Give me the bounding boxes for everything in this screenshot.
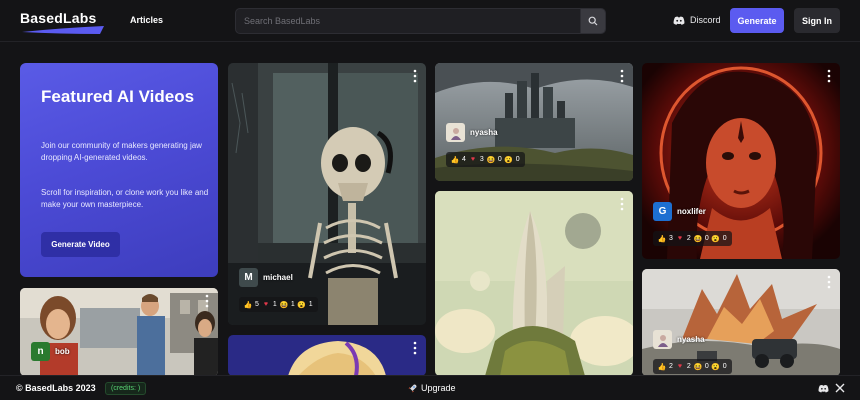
upgrade-label: Upgrade (421, 383, 456, 393)
featured-description-2: Scroll for inspiration, or clone work yo… (41, 188, 209, 209)
red-woman-image (642, 63, 840, 259)
username[interactable]: noxlifer (677, 207, 706, 216)
featured-title: Featured AI Videos (41, 87, 195, 106)
laugh-count: 1 (290, 301, 295, 308)
search-icon (588, 16, 598, 26)
discord-label: Discord (690, 15, 721, 25)
user-avatar[interactable]: n (31, 342, 50, 361)
basedlabs-logo[interactable]: BasedLabs (20, 10, 106, 34)
search-bar (235, 8, 606, 34)
heart-icon[interactable]: ♥ (676, 235, 684, 243)
skeleton-image (228, 63, 426, 325)
logo-text: BasedLabs (20, 10, 97, 26)
thumbs-up-icon[interactable]: 👍 (658, 235, 667, 243)
laugh-count: 0 (704, 363, 709, 370)
username[interactable]: nyasha (470, 128, 498, 137)
copyright-text: © BasedLabs 2023 (16, 383, 96, 393)
reaction-bar: 👍 5 ♥ 1 😆 1 😮 1 (239, 297, 318, 312)
crowd-image (20, 288, 218, 376)
more-vertical-icon[interactable] (412, 69, 418, 83)
gallery-card-crowd[interactable]: n bob (20, 288, 218, 376)
reaction-bar: 👍 3 ♥ 2 😆 0 😮 0 (653, 231, 732, 246)
discord-icon[interactable] (818, 383, 829, 394)
discord-link[interactable]: Discord (673, 15, 721, 25)
wow-icon[interactable]: 😮 (711, 363, 720, 371)
heart-count: 2 (686, 363, 691, 370)
like-count: 4 (462, 156, 466, 163)
logo-swoosh-icon (22, 26, 104, 34)
thumbs-up-icon[interactable]: 👍 (658, 363, 667, 371)
reaction-bar: 👍 4 ♥ 3 😆 0 😮 0 (446, 152, 525, 167)
username[interactable]: bob (55, 347, 70, 356)
wow-icon[interactable]: 😮 (297, 301, 306, 309)
laugh-icon[interactable]: 😆 (693, 363, 702, 371)
laugh-icon[interactable]: 😆 (486, 156, 495, 164)
wow-count: 1 (308, 301, 313, 308)
laugh-count: 0 (497, 156, 502, 163)
gallery-card-red-woman[interactable]: G noxlifer 👍 3 ♥ 2 😆 0 😮 0 (642, 63, 840, 259)
thumbs-up-icon[interactable]: 👍 (244, 301, 253, 309)
user-avatar[interactable] (653, 330, 672, 349)
more-vertical-icon[interactable] (826, 69, 832, 83)
wow-icon[interactable]: 😮 (711, 235, 720, 243)
username[interactable]: michael (263, 273, 293, 282)
rocket-icon (408, 383, 417, 392)
search-button[interactable] (580, 9, 605, 33)
heart-count: 3 (479, 156, 484, 163)
gallery-card-spaceship[interactable] (435, 191, 633, 376)
thumbs-up-icon[interactable]: 👍 (451, 156, 460, 164)
wow-count: 0 (722, 235, 727, 242)
search-input[interactable] (236, 9, 581, 33)
heart-count: 1 (272, 301, 277, 308)
user-avatar[interactable]: M (239, 268, 258, 287)
wow-count: 0 (722, 363, 727, 370)
generate-button[interactable]: Generate (730, 8, 784, 33)
more-vertical-icon[interactable] (619, 69, 625, 83)
upgrade-button[interactable]: Upgrade (408, 383, 456, 393)
sign-in-button[interactable]: Sign In (794, 8, 840, 33)
like-count: 5 (255, 301, 259, 308)
avatar-illustration-icon (657, 334, 668, 347)
like-count: 3 (669, 235, 673, 242)
like-count: 2 (669, 363, 673, 370)
more-vertical-icon[interactable] (826, 275, 832, 289)
footer-bar: © BasedLabs 2023 (credits: ) Upgrade (0, 375, 860, 400)
more-vertical-icon[interactable] (412, 341, 418, 355)
laugh-count: 0 (704, 235, 709, 242)
more-vertical-icon[interactable] (204, 294, 210, 308)
wow-count: 0 (515, 156, 520, 163)
credits-badge[interactable]: (credits: ) (105, 382, 147, 395)
avatar-illustration-icon (450, 127, 461, 140)
discord-icon (673, 16, 685, 25)
reaction-bar: 👍 2 ♥ 2 😆 0 😮 0 (653, 359, 732, 374)
gallery-card-anime[interactable] (228, 335, 426, 376)
anime-image (228, 335, 426, 376)
featured-ai-videos-card: Featured AI Videos Join our community of… (20, 63, 218, 277)
heart-count: 2 (686, 235, 691, 242)
generate-video-button[interactable]: Generate Video (41, 232, 120, 257)
gallery-card-skeleton[interactable]: M michael 👍 5 ♥ 1 😆 1 😮 1 (228, 63, 426, 325)
spaceship-image (435, 191, 633, 376)
laugh-icon[interactable]: 😆 (279, 301, 288, 309)
username[interactable]: nyasha (677, 335, 705, 344)
featured-description: Join our community of makers generating … (41, 141, 202, 162)
x-logo-icon[interactable] (835, 383, 845, 393)
top-navbar: BasedLabs Articles Discord Generate Sign… (0, 0, 860, 42)
laugh-icon[interactable]: 😆 (693, 235, 702, 243)
more-vertical-icon[interactable] (619, 197, 625, 211)
gallery-card-explosion[interactable]: nyasha 👍 2 ♥ 2 😆 0 😮 0 (642, 269, 840, 376)
wow-icon[interactable]: 😮 (504, 156, 513, 164)
nav-articles-link[interactable]: Articles (130, 15, 163, 25)
user-avatar[interactable] (446, 123, 465, 142)
heart-icon[interactable]: ♥ (676, 363, 684, 371)
gallery-card-city[interactable]: nyasha 👍 4 ♥ 3 😆 0 😮 0 (435, 63, 633, 181)
heart-icon[interactable]: ♥ (469, 156, 477, 164)
user-avatar[interactable]: G (653, 202, 672, 221)
heart-icon[interactable]: ♥ (262, 301, 270, 309)
